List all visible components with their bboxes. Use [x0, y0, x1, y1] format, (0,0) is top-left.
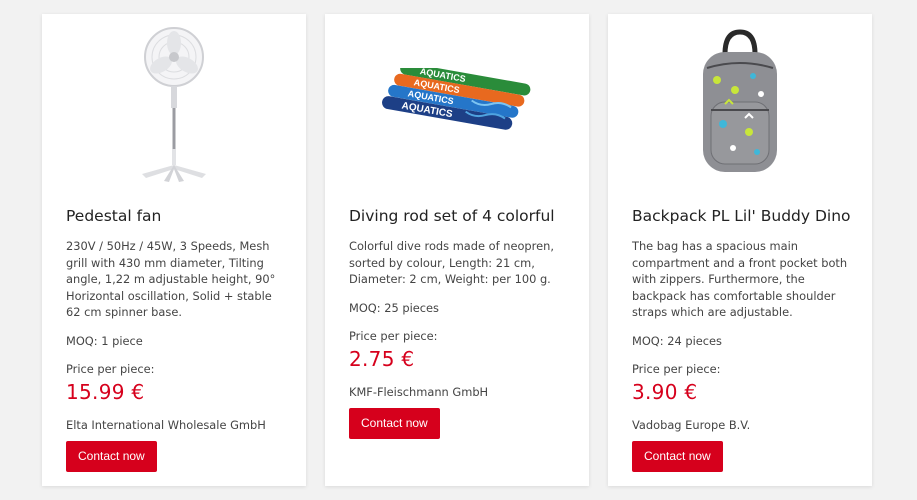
- supplier-name: KMF-Fleischmann GmbH: [349, 384, 489, 399]
- price-label: Price per piece:: [349, 328, 438, 343]
- product-description: Colorful dive rods made of neopren, sort…: [349, 239, 554, 286]
- supplier-name: Elta International Wholesale GmbH: [66, 417, 266, 432]
- product-price: 15.99 €: [66, 379, 145, 404]
- price-label: Price per piece:: [66, 361, 155, 376]
- product-image[interactable]: AQUATICS AQUATICS AQUATICS AQUATICS: [349, 14, 565, 192]
- product-image[interactable]: [632, 14, 848, 192]
- product-title[interactable]: Diving rod set of 4 colorful: [349, 206, 565, 226]
- product-moq: MOQ: 25 pieces: [349, 300, 439, 315]
- diving-rods-image: AQUATICS AQUATICS AQUATICS AQUATICS: [382, 68, 531, 130]
- contact-now-button[interactable]: Contact now: [632, 440, 723, 472]
- product-card[interactable]: AQUATICS AQUATICS AQUATICS AQUATICS Divi…: [325, 14, 589, 486]
- contact-now-button[interactable]: Contact now: [66, 440, 157, 472]
- product-price: 2.75 €: [349, 346, 415, 371]
- product-card[interactable]: Pedestal fan 230V / 50Hz / 45W, 3 Speeds…: [42, 14, 306, 486]
- pedestal-fan-image: [142, 27, 206, 182]
- product-card[interactable]: Backpack PL Lil' Buddy Dino The bag has …: [608, 14, 872, 486]
- backpack-image: [703, 29, 777, 172]
- product-description: The bag has a spacious main compartment …: [632, 239, 848, 319]
- supplier-name: Vadobag Europe B.V.: [632, 417, 751, 432]
- contact-now-button[interactable]: Contact now: [349, 407, 440, 439]
- product-title[interactable]: Backpack PL Lil' Buddy Dino: [632, 206, 851, 226]
- product-moq: MOQ: 24 pieces: [632, 333, 722, 348]
- product-image[interactable]: [66, 14, 282, 192]
- product-description: 230V / 50Hz / 45W, 3 Speeds, Mesh grill …: [66, 239, 276, 319]
- product-price: 3.90 €: [632, 379, 698, 404]
- product-moq: MOQ: 1 piece: [66, 333, 143, 348]
- product-title[interactable]: Pedestal fan: [66, 206, 282, 226]
- price-label: Price per piece:: [632, 361, 721, 376]
